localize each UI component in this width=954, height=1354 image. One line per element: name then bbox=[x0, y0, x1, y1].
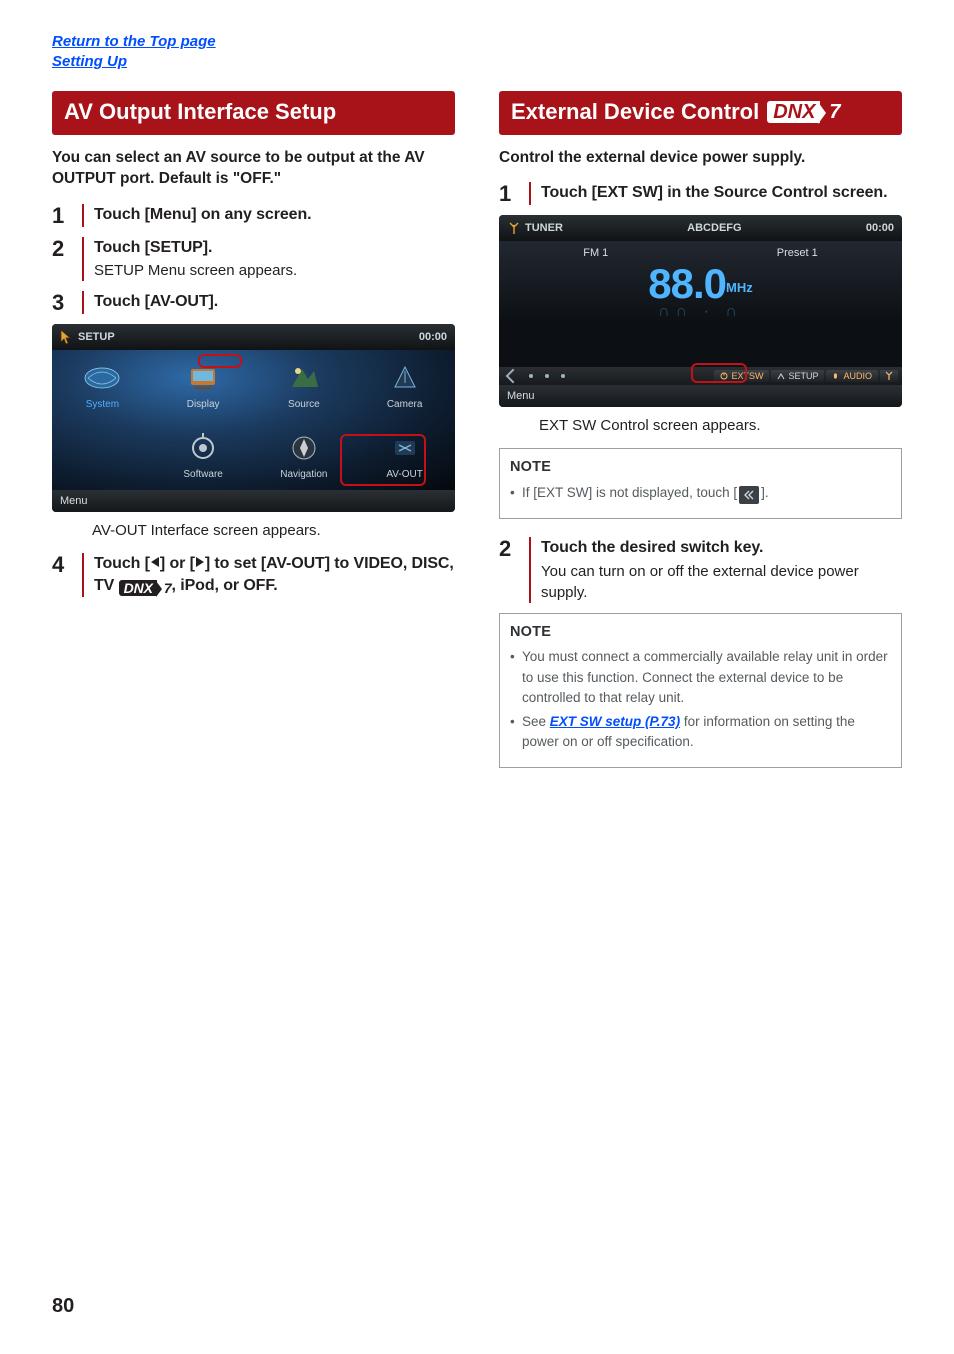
link-setting-up[interactable]: Setting Up bbox=[52, 52, 902, 72]
setup-cell-display[interactable]: Display bbox=[153, 350, 254, 420]
note-title: NOTE bbox=[510, 457, 891, 479]
dnx7-badge-inline: DNX7 bbox=[119, 580, 172, 596]
note-item: You must connect a commercially availabl… bbox=[510, 647, 891, 708]
note-box-1: NOTE If [EXT SW] is not displayed, touch… bbox=[499, 448, 902, 519]
cursor-icon bbox=[60, 329, 74, 345]
step-number: 3 bbox=[52, 291, 72, 314]
result-text: AV-OUT Interface screen appears. bbox=[92, 520, 455, 541]
link-return-top[interactable]: Return to the Top page bbox=[52, 32, 902, 52]
chevron-double-left-icon bbox=[739, 486, 759, 504]
step-1-right: 1 Touch [EXT SW] in the Source Control s… bbox=[499, 182, 902, 205]
step-number: 1 bbox=[499, 182, 519, 205]
note-item: If [EXT SW] is not displayed, touch []. bbox=[510, 483, 891, 504]
screenshot-clock: 00:00 bbox=[419, 331, 447, 343]
step-title: Touch [EXT SW] in the Source Control scr… bbox=[541, 182, 902, 204]
step-number: 2 bbox=[499, 537, 519, 603]
step-number: 4 bbox=[52, 553, 72, 596]
screenshot-menubar[interactable]: Menu bbox=[52, 490, 455, 512]
setup-cell-software[interactable]: Software bbox=[153, 420, 254, 490]
setup-cell-navigation[interactable]: Navigation bbox=[254, 420, 355, 490]
antenna-icon bbox=[507, 221, 521, 235]
screenshot-title: SETUP bbox=[78, 331, 115, 343]
link-ext-sw-setup[interactable]: EXT SW setup (P.73) bbox=[550, 714, 680, 729]
section-title-text: External Device Control bbox=[511, 99, 759, 125]
tuner-preset: Preset 1 bbox=[777, 247, 818, 259]
screenshot-setup-menu: SETUP 00:00 System Display Sour bbox=[52, 324, 455, 512]
tuner-frequency: 88.0MHz ∩∩ · ∩ bbox=[499, 263, 902, 321]
note-box-2: NOTE You must connect a commercially ava… bbox=[499, 613, 902, 768]
step-title: Touch [AV-OUT]. bbox=[94, 291, 455, 313]
header-links: Return to the Top page Setting Up bbox=[52, 32, 902, 73]
button-extsw[interactable]: EXTSW bbox=[714, 370, 769, 382]
triangle-left-icon bbox=[151, 557, 159, 567]
right-column: External Device Control DNX7 Control the… bbox=[499, 91, 902, 768]
section-title-text: AV Output Interface Setup bbox=[64, 99, 336, 125]
step-title: Touch the desired switch key. bbox=[541, 537, 902, 559]
result-text: EXT SW Control screen appears. bbox=[539, 415, 902, 436]
chevron-left-icon[interactable] bbox=[503, 368, 519, 384]
screenshot-topbar: SETUP 00:00 bbox=[52, 324, 455, 350]
note-item: See EXT SW setup (P.73) for information … bbox=[510, 712, 891, 753]
step-number: 2 bbox=[52, 237, 72, 282]
triangle-right-icon bbox=[196, 557, 204, 567]
button-antenna[interactable] bbox=[880, 370, 898, 382]
screenshot-topbar: TUNER ABCDEFG 00:00 bbox=[499, 215, 902, 241]
step-title: Touch [SETUP]. bbox=[94, 237, 455, 259]
step-title: Touch [Menu] on any screen. bbox=[94, 204, 455, 226]
step-4: 4 Touch [] or [] to set [AV-OUT] to VIDE… bbox=[52, 553, 455, 596]
section-title-external-device: External Device Control DNX7 bbox=[499, 91, 902, 135]
button-audio[interactable]: AUDIO bbox=[826, 370, 878, 382]
note-title: NOTE bbox=[510, 622, 891, 644]
page-number: 80 bbox=[52, 1295, 74, 1318]
step-title: Touch [] or [] to set [AV-OUT] to VIDEO,… bbox=[94, 553, 455, 596]
screenshot-clock: 00:00 bbox=[866, 222, 894, 234]
screenshot-center-top: ABCDEFG bbox=[687, 222, 741, 234]
tuner-band: FM 1 bbox=[583, 247, 608, 259]
lead-text-left: You can select an AV source to be output… bbox=[52, 147, 455, 190]
step-subtext: SETUP Menu screen appears. bbox=[94, 260, 455, 281]
screenshot-menubar[interactable]: Menu bbox=[499, 385, 902, 407]
step-subtext: You can turn on or off the external devi… bbox=[541, 561, 902, 603]
step-2-right: 2 Touch the desired switch key. You can … bbox=[499, 537, 902, 603]
screenshot-tuner: TUNER ABCDEFG 00:00 FM 1 Preset 1 88.0MH… bbox=[499, 215, 902, 407]
step-number: 1 bbox=[52, 204, 72, 227]
step-1: 1 Touch [Menu] on any screen. bbox=[52, 204, 455, 227]
setup-cell-source[interactable]: Source bbox=[254, 350, 355, 420]
lead-text-right: Control the external device power supply… bbox=[499, 147, 902, 169]
setup-cell-system[interactable]: System bbox=[52, 350, 153, 420]
step-3: 3 Touch [AV-OUT]. bbox=[52, 291, 455, 314]
dnx7-badge: DNX7 bbox=[767, 101, 840, 123]
screenshot-bottom-toolbar: EXTSW SETUP AUDIO bbox=[499, 367, 902, 385]
setup-cell-avout[interactable]: AV-OUT bbox=[354, 420, 455, 490]
section-title-av-output: AV Output Interface Setup bbox=[52, 91, 455, 135]
left-column: AV Output Interface Setup You can select… bbox=[52, 91, 455, 768]
button-setup[interactable]: SETUP bbox=[771, 370, 824, 382]
step-2: 2 Touch [SETUP]. SETUP Menu screen appea… bbox=[52, 237, 455, 282]
screenshot-title: TUNER bbox=[525, 222, 563, 234]
setup-cell-camera[interactable]: Camera bbox=[354, 350, 455, 420]
